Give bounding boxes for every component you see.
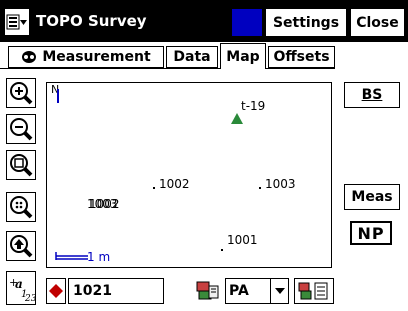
mode-select[interactable]: PA [225, 278, 289, 304]
point-marker [153, 187, 155, 189]
tab-map-label: Map [226, 48, 260, 65]
chevron-down-icon [274, 288, 285, 294]
point-labels-icon: + a 1 23 [9, 276, 35, 303]
settings-button[interactable]: Settings [265, 8, 347, 37]
zoom-extents-button[interactable] [6, 192, 36, 222]
zoom-in-icon [10, 82, 33, 105]
tab-divider [0, 68, 335, 69]
zoom-window-button[interactable] [6, 150, 36, 180]
start-menu-icon [6, 14, 27, 30]
point-marker [259, 187, 261, 189]
status-indicator [232, 9, 262, 36]
layer-icon[interactable] [195, 280, 221, 302]
point-label-t19: t-19 [241, 99, 266, 113]
meas-button[interactable]: Meas [344, 184, 400, 210]
title-bar: TOPO Survey Settings Close [0, 0, 408, 42]
point-marker-icon [49, 284, 63, 298]
scale-label: 1 m [87, 250, 111, 264]
tab-offsets-label: Offsets [273, 49, 330, 65]
zoom-in-button[interactable] [6, 78, 36, 108]
point-label-1001: 1001 [227, 233, 258, 247]
mode-select-value: PA [229, 283, 249, 299]
tab-measurement-label: Measurement [42, 49, 151, 65]
bs-button[interactable]: BS [344, 82, 400, 108]
target-marker-icon [231, 113, 243, 124]
pan-icon [10, 235, 33, 258]
zoom-extents-icon [10, 196, 33, 219]
code-list-button[interactable] [294, 278, 334, 304]
point-labels-button[interactable]: + a 1 23 [6, 271, 36, 305]
zoom-out-icon [10, 118, 33, 141]
north-arrow-icon [57, 89, 59, 103]
scale-bar-icon [55, 252, 88, 260]
code-list-icon [298, 282, 328, 300]
mode-select-arrow[interactable] [270, 279, 288, 303]
point-marker [221, 249, 223, 251]
zoom-out-button[interactable] [6, 114, 36, 144]
close-button[interactable]: Close [350, 8, 405, 37]
start-menu-button[interactable] [4, 8, 30, 36]
tab-data-label: Data [173, 49, 211, 65]
tab-data[interactable]: Data [166, 46, 218, 68]
point-type-button[interactable] [46, 278, 66, 304]
tab-bar: Measurement Data Map Offsets [0, 42, 408, 69]
measurement-icon [22, 51, 37, 63]
pan-button[interactable] [6, 231, 36, 261]
tab-measurement[interactable]: Measurement [8, 46, 164, 68]
point-label-overlap-b: 1002 [89, 197, 120, 211]
tab-map[interactable]: Map [220, 43, 266, 69]
zoom-window-icon [10, 154, 33, 177]
svg-text:23: 23 [24, 294, 35, 303]
app-title: TOPO Survey [36, 12, 147, 30]
np-button[interactable]: NP [350, 221, 392, 245]
point-label-1002: 1002 [159, 177, 190, 191]
point-label-1003: 1003 [265, 177, 296, 191]
point-name-input[interactable] [68, 278, 164, 304]
tab-offsets[interactable]: Offsets [268, 46, 335, 68]
map-view[interactable]: N t-19 1002 1003 1003 1002 1001 1 m [46, 82, 332, 268]
